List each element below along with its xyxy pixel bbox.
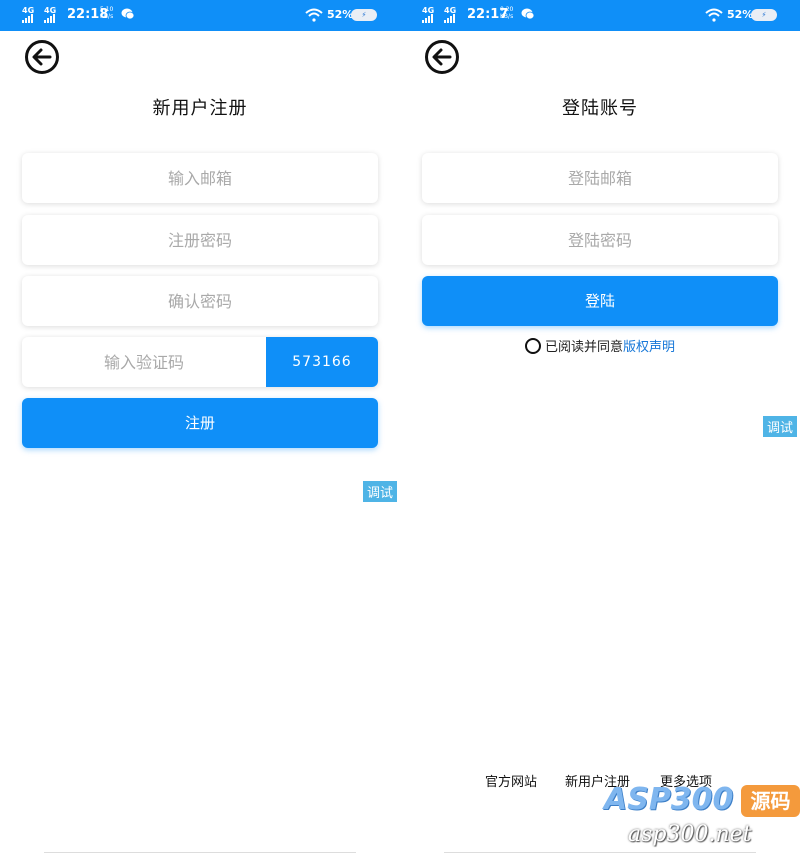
debug-button[interactable]: 调试 — [363, 481, 398, 502]
signal-bars-icon — [44, 14, 55, 23]
captcha-input[interactable] — [22, 337, 266, 387]
copyright-link[interactable]: 版权声明 — [623, 340, 675, 355]
agree-radio[interactable] — [524, 338, 541, 354]
confirm-password-input[interactable] — [22, 276, 378, 326]
net-speed: 5.10 KB/s — [100, 6, 114, 20]
battery-percent: 52% — [327, 8, 354, 21]
debug-button[interactable]: 调试 — [763, 416, 798, 437]
password-input[interactable] — [422, 215, 778, 265]
password-field — [422, 215, 778, 265]
back-arrow-icon[interactable] — [424, 39, 460, 75]
wechat-icon — [121, 8, 135, 20]
official-site-link[interactable]: 官方网站 — [485, 771, 537, 790]
status-bar: 4G 4G 22:18 5.10 KB/s 52% ⚡ — [0, 0, 400, 31]
captcha-code-button[interactable]: 573166 — [266, 337, 378, 387]
email-field — [422, 153, 778, 203]
email-field — [22, 153, 378, 203]
wifi-icon — [705, 8, 723, 22]
watermark-domain: asp300.net — [628, 822, 752, 847]
watermark-brand: ASP300 — [604, 782, 734, 817]
password-input[interactable] — [22, 215, 378, 265]
email-input[interactable] — [22, 153, 378, 203]
signal-bars-icon — [422, 14, 433, 23]
signal-bars-icon — [444, 14, 455, 23]
battery-icon: ⚡ — [751, 9, 777, 21]
email-input[interactable] — [422, 153, 778, 203]
wifi-icon — [305, 8, 323, 22]
net-speed: 0.20 KB/s — [500, 6, 514, 20]
page-title: 新用户注册 — [152, 98, 248, 119]
login-button[interactable]: 登陆 — [422, 276, 778, 326]
register-button[interactable]: 注册 — [22, 398, 378, 448]
login-screen: 4G 4G 22:17 0.20KB/s 52% ⚡ 登陆账号 登陆 已阅读并同… — [400, 0, 800, 858]
agree-text: 已阅读并同意 — [544, 340, 623, 355]
register-screen: 4G 4G 22:18 5.10KB/s 52% ⚡ 新用户注册 573166 … — [0, 0, 400, 858]
page-title: 登陆账号 — [562, 98, 638, 119]
watermark-badge: 源码 — [741, 785, 800, 817]
confirm-password-field — [22, 276, 378, 326]
watermark-logo: ASP300 源码 asp300.net — [604, 782, 800, 858]
status-bar: 4G 4G 22:17 0.20 KB/s 52% ⚡ — [400, 0, 800, 31]
agreement-row: 已阅读并同意版权声明 — [400, 336, 800, 355]
battery-icon: ⚡ — [351, 9, 377, 21]
battery-percent: 52% — [727, 8, 754, 21]
password-field — [22, 215, 378, 265]
signal-bars-icon — [22, 14, 33, 23]
bottom-divider — [44, 852, 356, 858]
wechat-icon — [521, 8, 535, 20]
back-arrow-icon[interactable] — [24, 39, 60, 75]
captcha-field: 573166 — [22, 337, 378, 387]
